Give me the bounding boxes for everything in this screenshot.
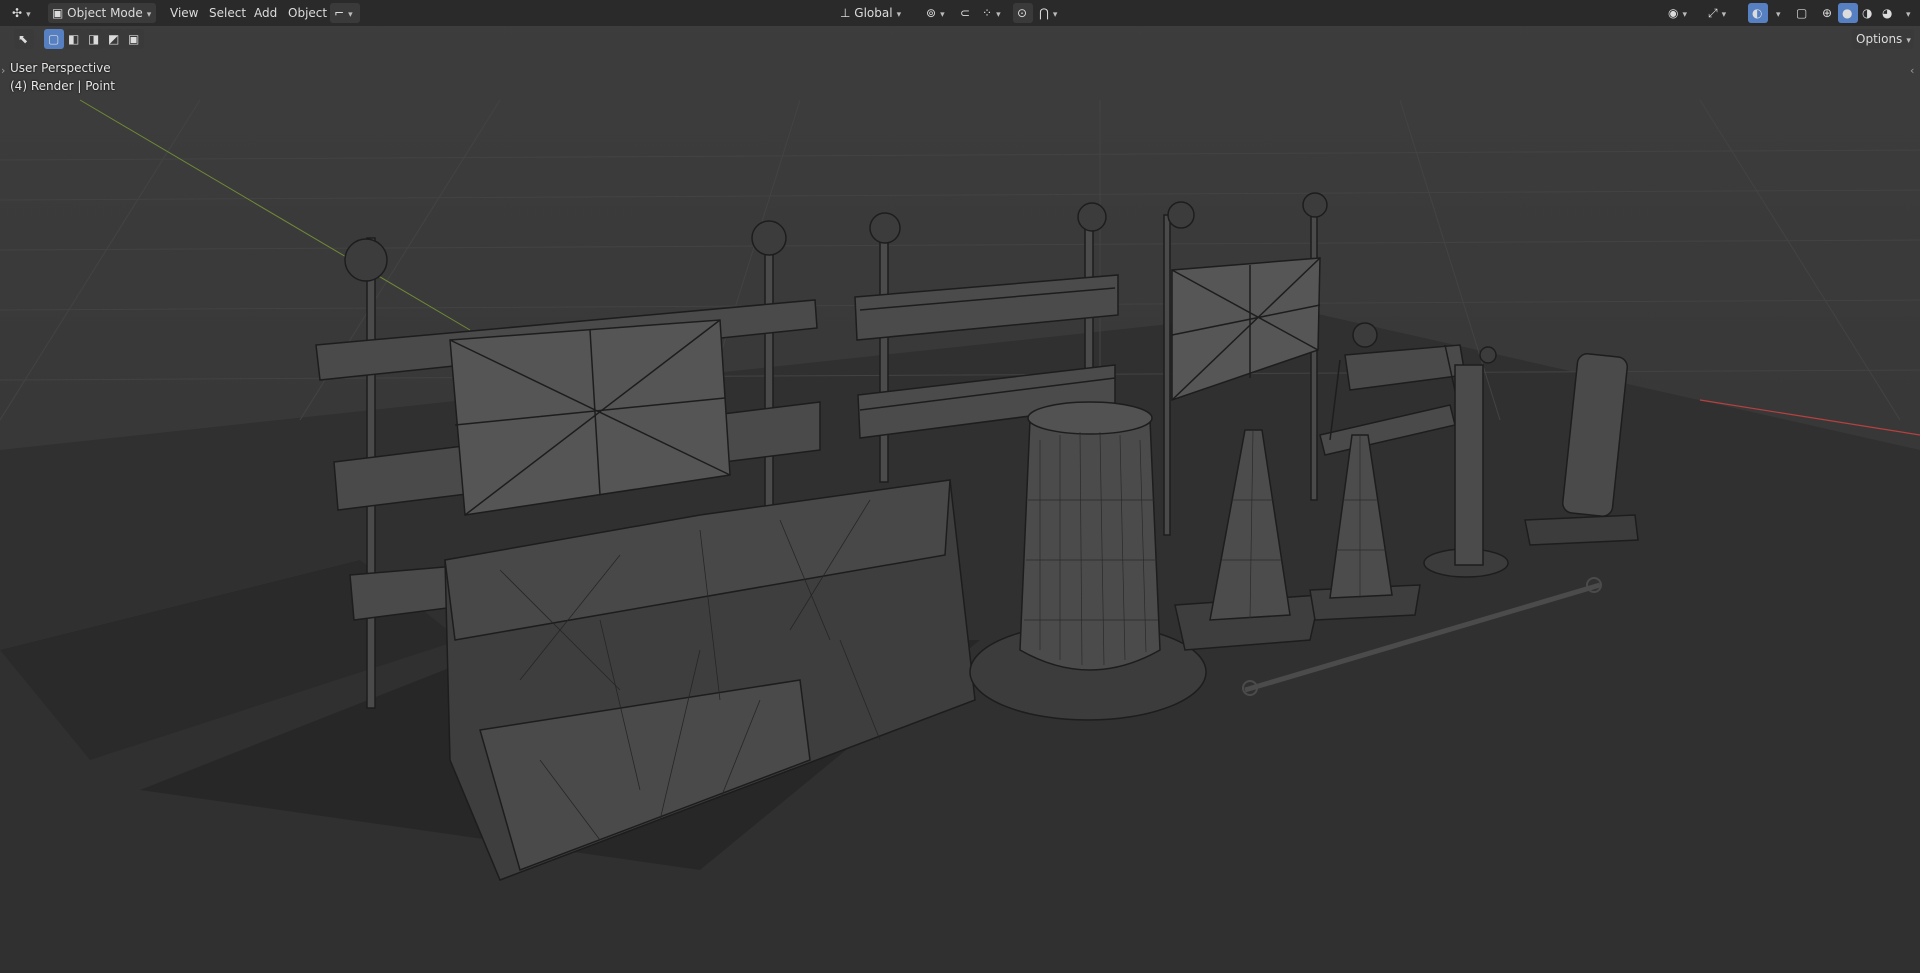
shading-material[interactable]: ◑ (1858, 3, 1878, 23)
shading-solid[interactable]: ● (1838, 3, 1858, 23)
curve-icon: ⌐ (334, 6, 345, 20)
select-mode-intersect[interactable]: ▣ (124, 29, 144, 49)
xray-icon: ▢ (1796, 6, 1808, 20)
select-mode-difference[interactable]: ◩ (104, 29, 124, 49)
material-shading-icon: ◑ (1862, 6, 1873, 20)
xray-toggle[interactable]: ▢ (1792, 3, 1812, 23)
overlay-icon: ◐ (1752, 6, 1763, 20)
shading-dropdown[interactable]: ▾ (1898, 3, 1916, 23)
visibility-button[interactable]: ◉ ▾ (1664, 3, 1694, 23)
select-mode-subtract[interactable]: ◨ (84, 29, 104, 49)
wireframe-shading-icon: ⊕ (1822, 6, 1833, 20)
select-subtract-icon: ◨ (88, 32, 100, 46)
gizmo-icon: ⤢ (1708, 6, 1718, 20)
select-extend-icon: ◧ (68, 32, 80, 46)
overlay-dropdown[interactable]: ▾ (1768, 3, 1784, 23)
select-new-icon: ▢ (48, 32, 60, 46)
menu-object[interactable]: Object (284, 3, 331, 23)
gizmo-button[interactable]: ⤢ ▾ (1704, 3, 1734, 23)
perspective-label: User Perspective (10, 61, 111, 75)
mode-label: Object Mode (67, 6, 143, 20)
overlay-toggle[interactable]: ◐ (1748, 3, 1768, 23)
proportional-edit-toggle[interactable]: ⊙ (1013, 3, 1033, 23)
editor-type-button[interactable]: ✣ ▾ (8, 3, 42, 23)
sidebar-expand-arrow[interactable]: ‹ (1910, 64, 1914, 77)
snap-target-button[interactable]: ⁘ ▾ (978, 3, 1008, 23)
tool-settings-bar: ⬉ ▢ ◧ ◨ ◩ ▣ Options ▾ (0, 26, 1920, 52)
options-label: Options (1856, 32, 1903, 46)
grid-editor-icon: ✣ (12, 6, 23, 20)
collection-label: (4) Render | Point (10, 79, 115, 93)
select-mode-new[interactable]: ▢ (44, 29, 64, 49)
menu-add[interactable]: Add (250, 3, 281, 23)
menu-select[interactable]: Select (205, 3, 250, 23)
object-mode-icon: ▣ (52, 6, 64, 20)
snap-grid-icon: ⁘ (982, 6, 993, 20)
falloff-button[interactable]: ⋂ ▾ (1035, 3, 1063, 23)
snap-icon: ⊂ (960, 6, 971, 20)
cursor-select-icon: ⬉ (18, 32, 29, 46)
mode-selector[interactable]: ▣ Object Mode ▾ (48, 3, 156, 23)
transform-orientation-label: Global (854, 6, 893, 20)
orientation-icon: ⊥ (840, 6, 851, 20)
shading-wireframe[interactable]: ⊕ (1818, 3, 1838, 23)
select-intersect-icon: ▣ (128, 32, 140, 46)
rendered-shading-icon: ◕ (1882, 6, 1893, 20)
transform-orientation-dropdown[interactable]: ⊥ Global ▾ (836, 3, 914, 23)
options-dropdown[interactable]: Options ▾ (1852, 29, 1914, 49)
select-difference-icon: ◩ (108, 32, 120, 46)
gpencil-button[interactable]: ⌐ ▾ (330, 3, 360, 23)
toolbar-expand-arrow[interactable]: › (1, 64, 5, 77)
shading-rendered[interactable]: ◕ (1878, 3, 1898, 23)
viewport-header: ✣ ▾ ▣ Object Mode ▾ View Select Add Object… (0, 0, 1920, 26)
pivot-icon: ⊚ (926, 6, 937, 20)
solid-shading-icon: ● (1842, 6, 1853, 20)
visibility-icon: ◉ (1668, 6, 1679, 20)
select-mode-extend[interactable]: ◧ (64, 29, 84, 49)
pivot-point-button[interactable]: ⊚ ▾ (922, 3, 950, 23)
viewport-scene (0, 0, 1920, 970)
falloff-icon: ⋂ (1039, 6, 1049, 20)
proportional-edit-icon: ⊙ (1017, 6, 1028, 20)
snap-toggle[interactable]: ⊂ (956, 3, 976, 23)
select-tool-button[interactable]: ⬉ (14, 29, 34, 49)
3d-viewport[interactable] (0, 0, 1920, 970)
menu-view[interactable]: View (166, 3, 202, 23)
